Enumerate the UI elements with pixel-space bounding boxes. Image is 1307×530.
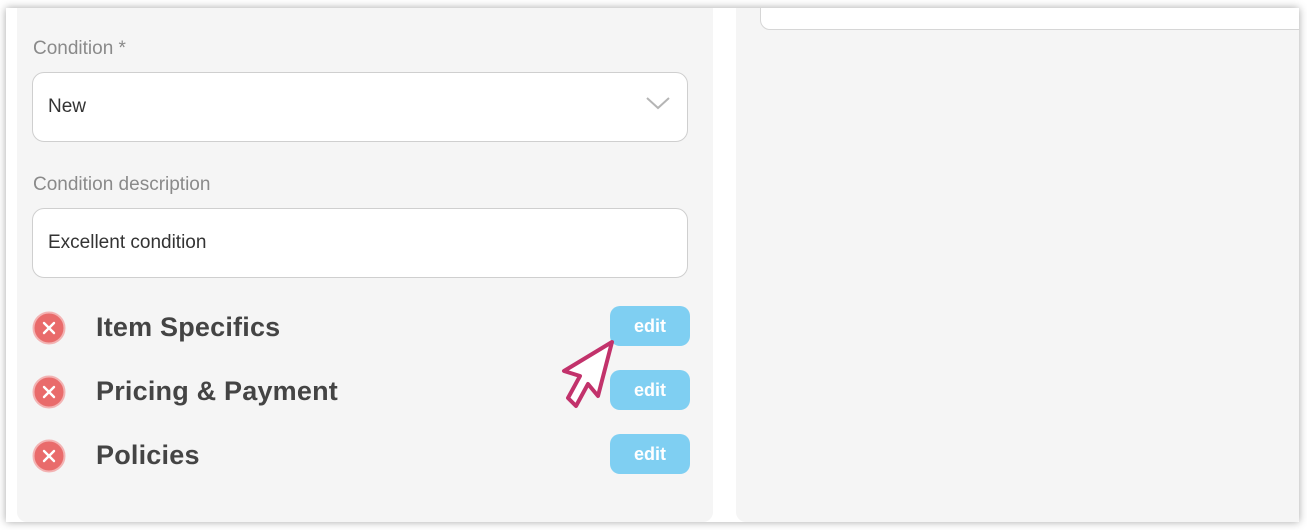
section-policies: Policies edit [32, 434, 690, 478]
edit-item-specifics-button[interactable]: edit [610, 306, 690, 346]
condition-description-label: Condition description [33, 174, 211, 195]
condition-description-value: Excellent condition [48, 232, 207, 253]
chevron-down-icon [646, 97, 670, 110]
condition-selected-value: New [48, 96, 87, 117]
condition-description-field[interactable]: Excellent condition [32, 208, 688, 278]
section-title: Pricing & Payment [96, 376, 338, 406]
error-x-icon [32, 375, 66, 409]
preview-field[interactable] [760, 8, 1299, 30]
condition-select[interactable]: New [32, 72, 688, 142]
condition-label: Condition * [33, 38, 126, 59]
section-title: Item Specifics [96, 312, 281, 342]
error-x-icon [32, 439, 66, 473]
screenshot-frame: Condition * New Condition description Ex… [6, 8, 1299, 522]
preview-panel [736, 8, 1299, 522]
edit-policies-button[interactable]: edit [610, 434, 690, 474]
pointer-cursor-icon [562, 340, 614, 408]
section-title: Policies [96, 440, 200, 470]
error-x-icon [32, 311, 66, 345]
listing-form-panel: Condition * New Condition description Ex… [17, 8, 713, 522]
edit-pricing-payment-button[interactable]: edit [610, 370, 690, 410]
